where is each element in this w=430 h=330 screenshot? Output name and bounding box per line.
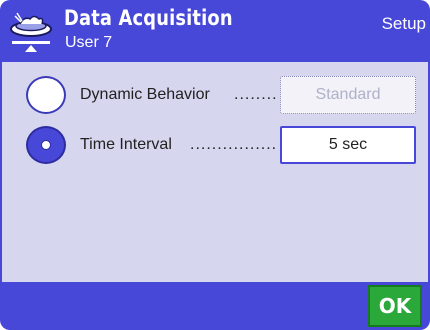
dynamic-behavior-label: Dynamic Behavior bbox=[80, 86, 210, 103]
dynamic-behavior-radio[interactable] bbox=[26, 76, 66, 114]
mode-label: Setup bbox=[381, 14, 426, 33]
dynamic-behavior-button: Standard bbox=[280, 76, 416, 114]
radio-selected-dot bbox=[41, 140, 51, 150]
settings-panel: Dynamic Behavior ........ Standard Time … bbox=[0, 62, 430, 282]
leader-dots: ........ bbox=[234, 86, 278, 103]
time-interval-radio[interactable] bbox=[26, 126, 66, 164]
dynamic-behavior-row: Dynamic Behavior ........ Standard bbox=[2, 68, 428, 124]
time-interval-label: Time Interval bbox=[80, 136, 172, 153]
time-interval-button[interactable]: 5 sec bbox=[280, 126, 416, 164]
leader-dots: ................ bbox=[190, 136, 278, 153]
ok-button[interactable]: OK bbox=[368, 285, 422, 327]
balance-data-icon bbox=[6, 8, 56, 54]
time-interval-row: Time Interval ................ 5 sec bbox=[2, 118, 428, 174]
terminal-screen: Data Acquisition User 7 Setup Dynamic Be… bbox=[0, 0, 430, 330]
page-title: Data Acquisition bbox=[64, 6, 233, 30]
title-bar: Data Acquisition User 7 Setup bbox=[0, 0, 430, 62]
user-name: User 7 bbox=[65, 34, 113, 51]
footer-bar: OK bbox=[0, 282, 430, 330]
